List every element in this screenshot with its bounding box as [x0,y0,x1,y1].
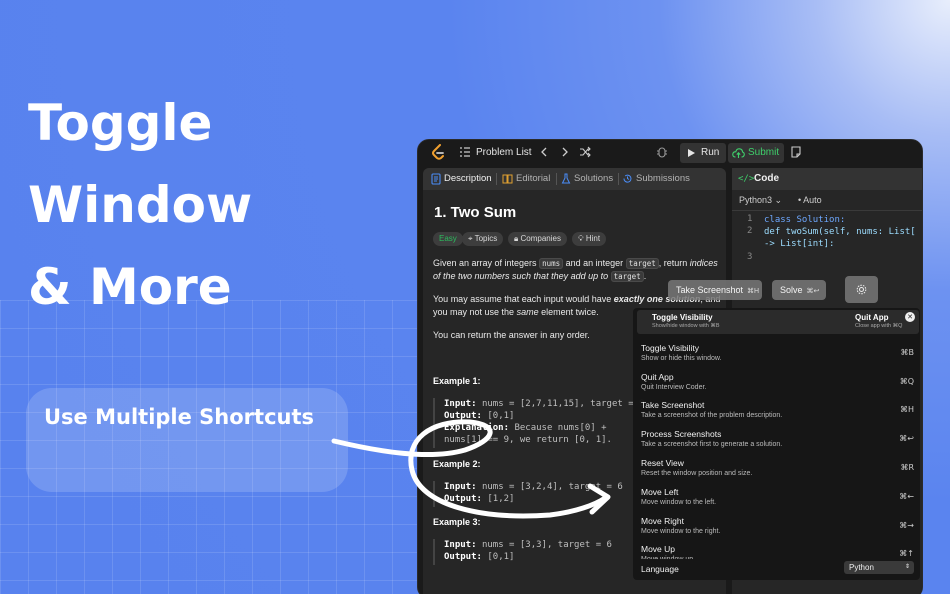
swirl-arrow-icon [331,419,611,519]
